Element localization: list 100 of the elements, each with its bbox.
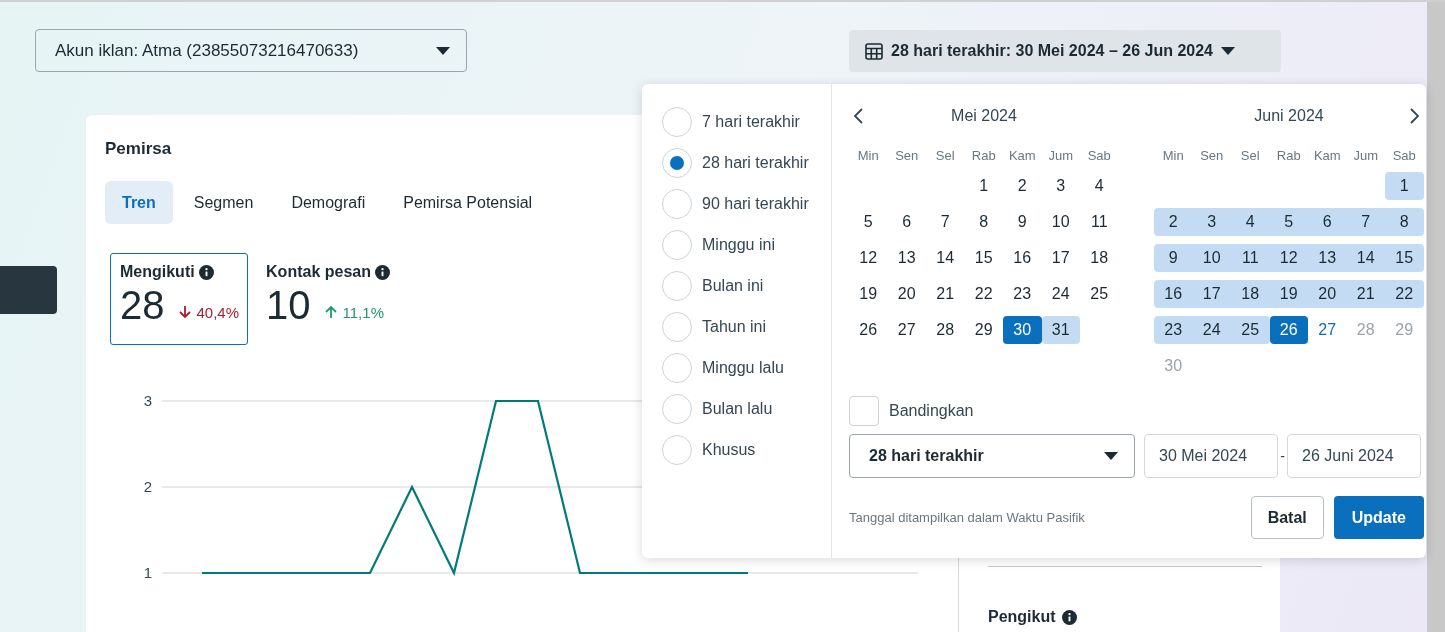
calendar-day[interactable]: 20 (887, 280, 926, 308)
weekday-label: Kam (1007, 148, 1037, 165)
cancel-button[interactable]: Batal (1250, 496, 1324, 539)
calendar-day[interactable]: 24 (1192, 316, 1231, 344)
tab[interactable]: Pemirsa Potensial (386, 181, 550, 224)
calendar-day[interactable]: 9 (1154, 244, 1193, 272)
tab[interactable]: Tren (105, 181, 173, 224)
calendar-day[interactable]: 1 (1385, 172, 1424, 200)
calendar-day[interactable]: 16 (1154, 280, 1193, 308)
preset-option[interactable]: Minggu lalu (662, 353, 831, 383)
calendar-day[interactable]: 19 (1269, 280, 1308, 308)
calendar-day[interactable]: 15 (964, 244, 1003, 272)
calendar-day[interactable]: 27 (1308, 316, 1347, 344)
calendar-day[interactable]: 5 (1269, 208, 1308, 236)
calendar-day[interactable]: 2 (1003, 172, 1042, 200)
preset-option[interactable]: Bulan ini (662, 271, 831, 301)
calendar-day[interactable]: 26 (1269, 316, 1308, 344)
calendar-day[interactable]: 12 (849, 244, 888, 272)
calendar-day[interactable]: 1 (964, 172, 1003, 200)
month-title: Juni 2024 (1253, 107, 1325, 125)
calendar-day[interactable]: 8 (964, 208, 1003, 236)
preset-option[interactable]: 90 hari terakhir (662, 189, 831, 219)
calendar-day[interactable]: 24 (1041, 280, 1080, 308)
weekday-label: Sen (894, 148, 920, 165)
calendar-day[interactable]: 26 (849, 316, 888, 344)
calendar-day[interactable]: 28 (926, 316, 965, 344)
calendar-day[interactable]: 22 (1385, 280, 1424, 308)
calendar-day[interactable]: 6 (1308, 208, 1347, 236)
preset-option[interactable]: Bulan lalu (662, 394, 831, 424)
calendar-day[interactable]: 11 (1080, 208, 1119, 236)
calendar-day[interactable]: 2 (1154, 208, 1193, 236)
weekday-label: Kam (1312, 148, 1342, 165)
side-panel-tab[interactable] (0, 266, 57, 314)
metric-tile[interactable]: Kontak pesan 10 11,1% (256, 253, 399, 345)
calendar-day[interactable]: 3 (1192, 208, 1231, 236)
weekday-label: Jum (1047, 148, 1075, 165)
metric-tile[interactable]: Mengikuti 28 40,4% (110, 253, 249, 345)
calendar-day[interactable]: 7 (1346, 208, 1385, 236)
tab[interactable]: Demografi (274, 181, 383, 224)
calendar-day[interactable]: 15 (1385, 244, 1424, 272)
calendar-day[interactable]: 18 (1080, 244, 1119, 272)
info-icon (1061, 609, 1077, 625)
calendar-day[interactable]: 4 (1231, 208, 1270, 236)
calendar-day[interactable]: 4 (1080, 172, 1119, 200)
calendar-day[interactable]: 27 (887, 316, 926, 344)
calendar-day[interactable]: 22 (964, 280, 1003, 308)
calendar-day[interactable]: 10 (1041, 208, 1080, 236)
start-date-field[interactable]: 30 Mei 2024 (1144, 434, 1278, 478)
preset-option[interactable]: 28 hari terakhir (662, 148, 831, 178)
tab[interactable]: Segmen (176, 181, 271, 224)
calendar-day[interactable]: 19 (849, 280, 888, 308)
update-button[interactable]: Update (1333, 496, 1424, 539)
calendar-day[interactable]: 9 (1003, 208, 1042, 236)
account-dropdown[interactable]: Akun iklan: Atma (23855073216470633) (35, 29, 467, 72)
month-title: Mei 2024 (950, 107, 1018, 125)
metric-change: 40,4% (196, 303, 240, 321)
calendar-day[interactable]: 18 (1231, 280, 1270, 308)
info-icon (374, 264, 390, 280)
calendar-day[interactable]: 3 (1041, 172, 1080, 200)
calendar-day[interactable]: 12 (1269, 244, 1308, 272)
date-range-button[interactable]: 28 hari terakhir: 30 Mei 2024 – 26 Jun 2024 (849, 29, 1281, 72)
scrollbar[interactable] (1427, 2, 1445, 632)
metric-value: 10 (266, 283, 311, 328)
calendar-day[interactable]: 7 (926, 208, 965, 236)
calendar-day[interactable]: 25 (1080, 280, 1119, 308)
calendar-day[interactable]: 14 (1346, 244, 1385, 272)
calendar-day[interactable]: 6 (887, 208, 926, 236)
calendar-day[interactable]: 21 (926, 280, 965, 308)
calendar-day[interactable]: 11 (1231, 244, 1270, 272)
calendar-day[interactable]: 23 (1154, 316, 1193, 344)
weekday-label: Rab (970, 148, 997, 165)
weekday-label: Jum (1352, 148, 1380, 165)
preset-option[interactable]: Minggu ini (662, 230, 831, 260)
calendar-day[interactable]: 16 (1003, 244, 1042, 272)
calendar-day[interactable]: 25 (1231, 316, 1270, 344)
metric-label: Kontak pesan (266, 263, 371, 281)
calendar-day[interactable]: 30 (1003, 316, 1042, 344)
range-dropdown[interactable]: 28 hari terakhir (849, 434, 1135, 478)
card-title: Pemirsa (105, 139, 172, 159)
metric-change: 11,1% (342, 303, 384, 321)
calendar-day[interactable]: 21 (1346, 280, 1385, 308)
calendar-day[interactable]: 23 (1003, 280, 1042, 308)
info-icon (198, 264, 214, 280)
calendar-day[interactable]: 10 (1192, 244, 1231, 272)
calendar-day[interactable]: 31 (1041, 316, 1080, 344)
end-date-field[interactable]: 26 Juni 2024 (1287, 434, 1421, 478)
calendar-day[interactable]: 17 (1041, 244, 1080, 272)
calendar-day[interactable]: 20 (1308, 280, 1347, 308)
calendar-day[interactable]: 29 (964, 316, 1003, 344)
calendar-day[interactable]: 13 (887, 244, 926, 272)
calendar-day[interactable]: 14 (926, 244, 965, 272)
preset-option[interactable]: Tahun ini (662, 312, 831, 342)
checkbox[interactable] (849, 396, 879, 426)
calendar-day[interactable]: 5 (849, 208, 888, 236)
preset-option[interactable]: Khusus (662, 435, 831, 465)
calendar-day[interactable]: 17 (1192, 280, 1231, 308)
preset-option[interactable]: 7 hari terakhir (662, 107, 831, 137)
calendar-day[interactable]: 13 (1308, 244, 1347, 272)
calendar-day[interactable]: 8 (1385, 208, 1424, 236)
weekday-label: Sel (1239, 148, 1261, 165)
